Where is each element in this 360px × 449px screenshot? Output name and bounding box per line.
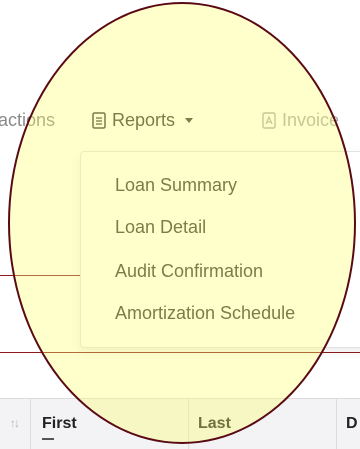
annotation-line (0, 352, 360, 353)
column-divider (30, 399, 31, 449)
nav-invoice[interactable]: Invoice (262, 108, 339, 132)
reports-dropdown-menu: Loan Summary Loan Detail Audit Confirmat… (80, 151, 360, 348)
table-header-row: ↑↓ First Last D (0, 398, 360, 449)
nav-transactions[interactable]: actions (0, 108, 55, 132)
menu-item-loan-detail[interactable]: Loan Detail (115, 216, 206, 238)
nav-reports-label: Reports (112, 110, 176, 130)
column-divider (336, 399, 337, 449)
nav-invoice-label: Invoice (282, 110, 340, 130)
menu-item-amortization-schedule[interactable]: Amortization Schedule (115, 302, 295, 324)
menu-item-loan-summary[interactable]: Loan Summary (115, 174, 237, 196)
column-header-last[interactable]: Last (198, 415, 231, 433)
column-divider (188, 399, 189, 449)
report-nav-bar: actions Reports Invoice (0, 100, 360, 140)
table-row-peek (42, 438, 54, 440)
annotation-line (0, 275, 82, 276)
document-list-icon (92, 111, 106, 129)
column-header-d[interactable]: D (346, 415, 358, 433)
pdf-file-icon (262, 111, 276, 129)
caret-down-icon (185, 117, 194, 123)
nav-reports-dropdown[interactable]: Reports (92, 108, 194, 132)
sort-arrows-icon[interactable]: ↑↓ (10, 416, 20, 430)
column-header-first[interactable]: First (42, 415, 77, 433)
menu-item-audit-confirmation[interactable]: Audit Confirmation (115, 260, 263, 282)
nav-transactions-label: actions (0, 110, 56, 130)
